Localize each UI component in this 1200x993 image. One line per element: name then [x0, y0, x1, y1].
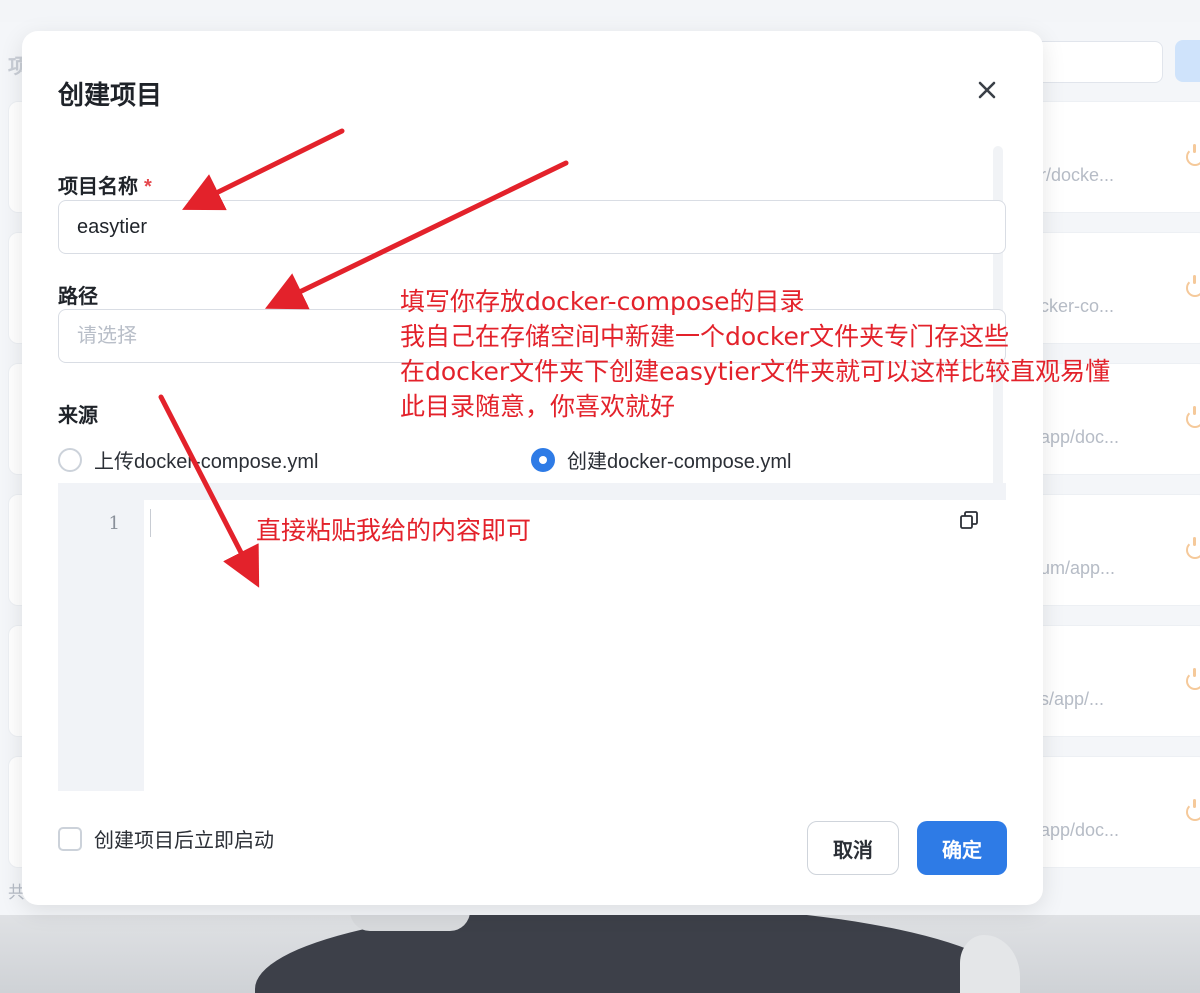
- background-illustration: [0, 915, 1200, 993]
- required-mark: *: [144, 176, 152, 198]
- power-icon[interactable]: [1186, 799, 1200, 821]
- illustration-highlight: [350, 915, 470, 931]
- radio-button[interactable]: [58, 447, 82, 472]
- background-card-path: app/doc...: [1040, 427, 1120, 447]
- editor-top-strip: [58, 483, 1006, 500]
- top-bar: [0, 0, 1200, 22]
- cancel-button[interactable]: 取消: [807, 821, 899, 875]
- radio-button-selected[interactable]: [531, 447, 555, 472]
- dialog-title: 创建项目: [58, 80, 163, 110]
- background-card-path: r/docke...: [1040, 165, 1115, 185]
- compose-code-editor[interactable]: 1: [58, 483, 1006, 791]
- close-icon: [978, 81, 996, 99]
- power-icon[interactable]: [1186, 537, 1200, 559]
- annotation-line: 我自己在存储空间中新建一个docker文件夹专门存这些: [400, 322, 1010, 351]
- source-option-create[interactable]: 创建docker-compose.yml: [531, 445, 792, 474]
- background-card-path: app/doc...: [1040, 820, 1120, 840]
- project-name-input[interactable]: [58, 200, 1006, 254]
- annotation-line: 此目录随意，你喜欢就好: [400, 392, 676, 421]
- source-option-upload-label: 上传docker-compose.yml: [94, 451, 319, 473]
- project-name-label: 项目名称 *: [58, 170, 152, 199]
- annotation-path-note: 填写你存放docker-compose的目录 我自己在存储空间中新建一个dock…: [400, 284, 1110, 424]
- background-card-path: s/app/...: [1040, 689, 1105, 709]
- annotation-line: 在docker文件夹下创建easytier文件夹就可以这样比较直观易懂: [400, 357, 1111, 386]
- illustration-highlight: [960, 935, 1020, 993]
- background-add-button[interactable]: [1175, 40, 1200, 82]
- checkbox-box[interactable]: [58, 826, 82, 851]
- power-icon[interactable]: [1186, 144, 1200, 166]
- confirm-button[interactable]: 确定: [917, 821, 1007, 875]
- close-button[interactable]: [972, 75, 1002, 105]
- path-label: 路径: [58, 286, 98, 308]
- annotation-line: 填写你存放docker-compose的目录: [400, 287, 805, 316]
- power-icon[interactable]: [1186, 668, 1200, 690]
- text-caret: [150, 509, 151, 537]
- project-name-label-text: 项目名称: [58, 176, 138, 198]
- source-option-upload[interactable]: 上传docker-compose.yml: [58, 445, 319, 474]
- source-option-create-label: 创建docker-compose.yml: [567, 451, 792, 473]
- create-project-dialog: 创建项目 项目名称 * 路径 来源 上传docker-compose.yml 创建…: [22, 31, 1043, 905]
- line-number: 1: [108, 513, 120, 534]
- source-label: 来源: [58, 405, 98, 427]
- autostart-checkbox[interactable]: 创建项目后立即启动: [58, 824, 274, 853]
- power-icon[interactable]: [1186, 275, 1200, 297]
- copy-button[interactable]: [959, 510, 979, 530]
- power-icon[interactable]: [1186, 406, 1200, 428]
- autostart-label: 创建项目后立即启动: [94, 830, 274, 852]
- annotation-editor-note: 直接粘贴我给的内容即可: [256, 516, 532, 545]
- background-card-path: um/app...: [1040, 558, 1116, 578]
- copy-icon: [960, 511, 978, 529]
